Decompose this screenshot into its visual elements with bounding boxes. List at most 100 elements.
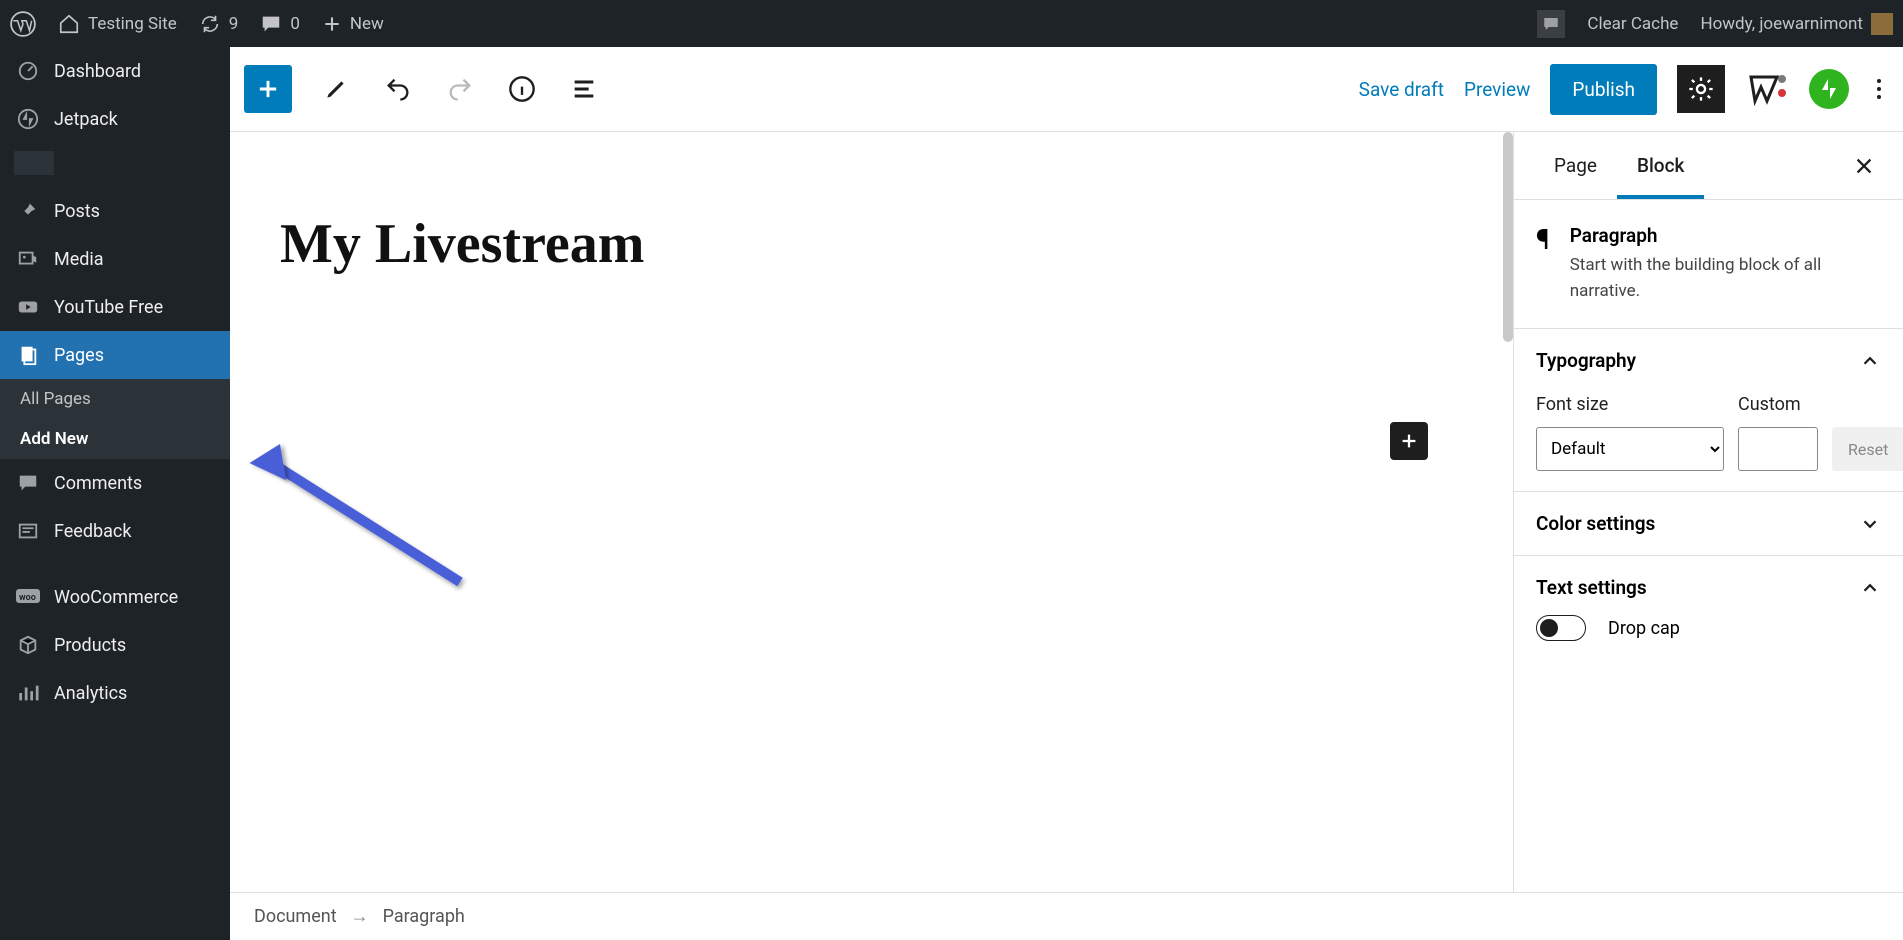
updates-link[interactable]: 9 bbox=[199, 13, 239, 35]
menu-pages[interactable]: Pages bbox=[0, 331, 230, 379]
new-label: New bbox=[350, 14, 384, 34]
pages-icon bbox=[16, 343, 40, 367]
menu-media[interactable]: Media bbox=[0, 235, 230, 283]
font-size-label: Font size bbox=[1536, 394, 1724, 415]
plus-icon bbox=[322, 14, 342, 34]
pencil-icon bbox=[323, 76, 349, 102]
comments-count: 0 bbox=[290, 14, 300, 34]
add-block-button[interactable] bbox=[244, 65, 292, 113]
youtube-icon bbox=[16, 295, 40, 319]
undo-button[interactable] bbox=[380, 71, 416, 107]
media-icon bbox=[16, 247, 40, 271]
chevron-up-icon bbox=[1859, 577, 1881, 599]
redo-button[interactable] bbox=[442, 71, 478, 107]
drop-cap-toggle[interactable] bbox=[1536, 615, 1586, 641]
jetpack-button[interactable] bbox=[1809, 69, 1849, 109]
notification-button[interactable] bbox=[1537, 10, 1565, 38]
woocommerce-icon: woo bbox=[16, 585, 40, 609]
font-size-select[interactable]: Default bbox=[1536, 427, 1724, 471]
comment-icon bbox=[260, 13, 282, 35]
collapse-placeholder bbox=[14, 151, 54, 175]
text-toggle[interactable]: Text settings bbox=[1536, 576, 1881, 599]
add-block-inline-button[interactable] bbox=[1390, 422, 1428, 460]
block-description-text: Start with the building block of all nar… bbox=[1570, 253, 1881, 304]
tab-page[interactable]: Page bbox=[1534, 132, 1617, 199]
dashboard-icon bbox=[16, 59, 40, 83]
color-toggle[interactable]: Color settings bbox=[1536, 512, 1881, 535]
reset-button[interactable]: Reset bbox=[1832, 427, 1903, 471]
refresh-icon bbox=[199, 13, 221, 35]
plus-icon bbox=[1398, 430, 1420, 452]
editor-body: My Livestream Page Block ¶ bbox=[230, 132, 1903, 892]
more-options-button[interactable] bbox=[1869, 71, 1889, 107]
menu-posts[interactable]: Posts bbox=[0, 187, 230, 235]
chevron-down-icon bbox=[1859, 513, 1881, 535]
comments-link[interactable]: 0 bbox=[260, 13, 300, 35]
save-draft-button[interactable]: Save draft bbox=[1359, 78, 1444, 101]
info-button[interactable] bbox=[504, 71, 540, 107]
edit-mode-button[interactable] bbox=[318, 71, 354, 107]
settings-tabs: Page Block bbox=[1514, 132, 1903, 200]
submenu-add-new[interactable]: Add New bbox=[0, 419, 230, 459]
comments-icon bbox=[16, 471, 40, 495]
custom-size-label: Custom bbox=[1738, 394, 1818, 415]
close-icon bbox=[1853, 155, 1875, 177]
outline-button[interactable] bbox=[566, 71, 602, 107]
preview-button[interactable]: Preview bbox=[1464, 78, 1530, 101]
annotation-arrow bbox=[240, 442, 500, 602]
user-account-link[interactable]: Howdy, joewarnimont bbox=[1700, 13, 1893, 35]
site-link[interactable]: Testing Site bbox=[58, 13, 177, 35]
wordpress-logo[interactable] bbox=[10, 11, 36, 37]
yoast-button[interactable] bbox=[1745, 69, 1789, 109]
undo-icon bbox=[384, 75, 412, 103]
chevron-up-icon bbox=[1859, 350, 1881, 372]
menu-youtube-free[interactable]: YouTube Free bbox=[0, 283, 230, 331]
updates-count: 9 bbox=[229, 14, 239, 34]
products-icon bbox=[16, 633, 40, 657]
submenu-all-pages[interactable]: All Pages bbox=[0, 379, 230, 419]
block-name: Paragraph bbox=[1570, 224, 1881, 247]
feedback-icon bbox=[16, 519, 40, 543]
scrollbar-thumb[interactable] bbox=[1503, 132, 1513, 342]
editor-main: Save draft Preview Publish My Livestream bbox=[230, 47, 1903, 940]
menu-comments[interactable]: Comments bbox=[0, 459, 230, 507]
pages-submenu: All Pages Add New bbox=[0, 379, 230, 459]
plus-icon bbox=[254, 75, 282, 103]
breadcrumb-separator: → bbox=[351, 906, 369, 927]
editor-canvas[interactable]: My Livestream bbox=[230, 132, 1513, 892]
typography-section: Typography Font size Default Custom bbox=[1514, 329, 1903, 492]
text-section: Text settings Drop cap bbox=[1514, 556, 1903, 661]
block-description: ¶ Paragraph Start with the building bloc… bbox=[1514, 200, 1903, 329]
menu-products[interactable]: Products bbox=[0, 621, 230, 669]
typography-toggle[interactable]: Typography bbox=[1536, 349, 1881, 372]
redo-icon bbox=[446, 75, 474, 103]
menu-woocommerce[interactable]: woo WooCommerce bbox=[0, 573, 230, 621]
clear-cache-link[interactable]: Clear Cache bbox=[1587, 14, 1678, 34]
new-content-link[interactable]: New bbox=[322, 14, 384, 34]
svg-text:woo: woo bbox=[19, 593, 36, 603]
admin-bar: Testing Site 9 0 New Clear Cache Howdy, … bbox=[0, 0, 1903, 47]
publish-button[interactable]: Publish bbox=[1550, 64, 1657, 115]
gear-icon bbox=[1687, 75, 1715, 103]
breadcrumb-current[interactable]: Paragraph bbox=[383, 906, 465, 927]
settings-toggle[interactable] bbox=[1677, 65, 1725, 113]
drop-cap-label: Drop cap bbox=[1608, 618, 1680, 639]
block-breadcrumb: Document → Paragraph bbox=[230, 892, 1903, 940]
breadcrumb-root[interactable]: Document bbox=[254, 906, 337, 927]
menu-feedback[interactable]: Feedback bbox=[0, 507, 230, 555]
admin-sidebar: Dashboard Jetpack Posts Media YouTube Fr… bbox=[0, 47, 230, 940]
color-section: Color settings bbox=[1514, 492, 1903, 556]
page-title[interactable]: My Livestream bbox=[280, 212, 1463, 276]
jetpack-icon bbox=[16, 107, 40, 131]
menu-analytics[interactable]: Analytics bbox=[0, 669, 230, 717]
custom-size-input[interactable] bbox=[1738, 427, 1818, 471]
wordpress-icon bbox=[10, 11, 36, 37]
tab-block[interactable]: Block bbox=[1617, 132, 1704, 199]
list-icon bbox=[570, 75, 598, 103]
speech-icon bbox=[1542, 15, 1560, 33]
info-icon bbox=[508, 75, 536, 103]
close-settings-button[interactable] bbox=[1845, 147, 1883, 185]
menu-dashboard[interactable]: Dashboard bbox=[0, 47, 230, 95]
menu-jetpack[interactable]: Jetpack bbox=[0, 95, 230, 143]
yoast-icon bbox=[1745, 69, 1789, 109]
